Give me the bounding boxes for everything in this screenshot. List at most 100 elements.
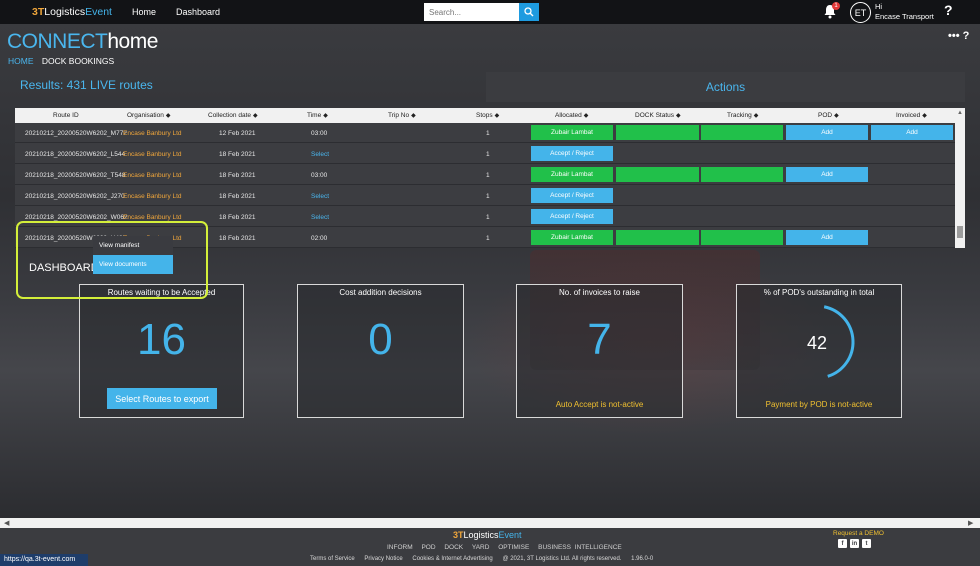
tracking-cell[interactable] (701, 230, 783, 245)
table-header: Route ID Organisation ◆ Collection date ◆ … (15, 108, 955, 123)
more-options-icon[interactable]: ••• (948, 30, 960, 42)
gauge-value: 42 (806, 333, 828, 353)
accept-reject-button[interactable]: Accept / Reject (531, 146, 613, 161)
pod-add-button[interactable]: Add (786, 230, 868, 245)
tracking-cell[interactable] (701, 125, 783, 140)
footer-link-yard[interactable]: YARD (472, 544, 490, 551)
page-horizontal-scrollbar[interactable]: ◀ ▶ (0, 518, 980, 528)
table-row[interactable]: 20210212_20200520W6202_M772 Encase Banbur… (15, 123, 955, 143)
col-collection-date[interactable]: Collection date ◆ (208, 112, 258, 119)
menu-view-documents[interactable]: View documents (93, 255, 173, 274)
scroll-thumb[interactable] (957, 226, 963, 238)
time-value: 02:00 (311, 235, 328, 242)
col-route-id[interactable]: Route ID (53, 112, 79, 119)
col-time[interactable]: Time ◆ (307, 112, 328, 119)
col-tracking[interactable]: Tracking ◆ (727, 112, 758, 119)
search-button[interactable] (519, 3, 539, 21)
search-input[interactable] (424, 3, 519, 21)
browser-status-url: https://qa.3t-event.com (0, 554, 88, 566)
allocated-driver[interactable]: Zubair Lambat (531, 167, 613, 182)
table-row[interactable]: 20210218_20200520W6202_T548 Encase Banbur… (15, 165, 955, 185)
organisation: Encase Banbury Ltd (123, 151, 182, 158)
allocated-driver[interactable]: Zubair Lambat (531, 230, 613, 245)
nav-dashboard[interactable]: Dashboard (176, 7, 220, 17)
social-links: f in t (838, 539, 871, 548)
col-stops[interactable]: Stops ◆ (476, 112, 499, 119)
footer-link-dock[interactable]: DOCK (444, 544, 463, 551)
request-demo-link[interactable]: Request a DEMO (833, 530, 884, 537)
route-id: 20210218_20200520W6202_J270 (25, 193, 125, 200)
scroll-left-icon[interactable]: ◀ (4, 519, 9, 527)
facebook-icon[interactable]: f (838, 539, 847, 548)
actions-button[interactable]: Actions (486, 72, 965, 102)
route-id: 20210218_20200520W6202_L544 (25, 151, 126, 158)
time-value: 03:00 (311, 172, 328, 179)
scroll-right-icon[interactable]: ▶ (968, 519, 973, 527)
card-invoices-to-raise: No. of invoices to raise 7 Auto Accept i… (516, 284, 683, 418)
dock-status-cell[interactable] (616, 125, 699, 140)
help-icon[interactable]: ? (944, 2, 953, 18)
breadcrumb-current: DOCK BOOKINGS (41, 56, 115, 66)
collection-date: 18 Feb 2021 (219, 151, 256, 158)
footer-terms-link[interactable]: Terms of Service (310, 556, 355, 562)
linkedin-icon[interactable]: in (850, 539, 859, 548)
footer-cookies-link[interactable]: Cookies & Internet Advertising (412, 556, 492, 562)
sort-icon: ◆ (922, 113, 927, 119)
dashboard-heading: DASHBOARD (29, 262, 99, 274)
organisation: Encase Banbury Ltd (123, 130, 182, 137)
dock-status-cell[interactable] (616, 167, 699, 182)
table-scrollbar[interactable]: ▲ (955, 108, 965, 248)
sort-icon: ◆ (411, 113, 416, 119)
col-dock-status[interactable]: DOCK Status ◆ (635, 112, 681, 119)
card-note: Payment by POD is not-active (765, 400, 873, 409)
page-help-icon[interactable]: ? (963, 30, 970, 42)
route-id: 20210218_20200520W6202_T548 (25, 172, 126, 179)
stops: 1 (486, 151, 490, 158)
tracking-cell[interactable] (701, 167, 783, 182)
app-logo[interactable]: 3T Logistics Event (32, 6, 112, 18)
table-row[interactable]: 20210218_20200520W6202_J270 Encase Banbur… (15, 186, 955, 206)
accept-reject-button[interactable]: Accept / Reject (531, 188, 613, 203)
col-allocated[interactable]: Allocated ◆ (555, 112, 588, 119)
breadcrumb-home[interactable]: HOME (8, 56, 34, 66)
footer-link-inform[interactable]: INFORM (387, 544, 413, 551)
scroll-up-icon[interactable]: ▲ (957, 110, 963, 116)
breadcrumb: HOME DOCK BOOKINGS (8, 56, 114, 66)
time-select-link[interactable]: Select (311, 151, 329, 158)
table-row[interactable]: 20210218_20200520W6202_L544 Encase Banbur… (15, 144, 955, 164)
card-cost-addition: Cost addition decisions 0 (297, 284, 464, 418)
invoiced-add-button[interactable]: Add (871, 125, 953, 140)
dock-status-cell[interactable] (616, 230, 699, 245)
col-trip-no[interactable]: Trip No ◆ (388, 112, 416, 119)
sort-icon: ◆ (583, 113, 589, 119)
footer-link-bi[interactable]: BUSINESS INTELLIGENCE (538, 544, 622, 551)
pod-add-button[interactable]: Add (786, 125, 868, 140)
time-select-link[interactable]: Select (311, 214, 329, 221)
footer-link-pod[interactable]: POD (421, 544, 435, 551)
card-value: 16 (137, 315, 186, 364)
collection-date: 18 Feb 2021 (219, 172, 256, 179)
page-brand: CONNECThome (7, 30, 158, 53)
accept-reject-button[interactable]: Accept / Reject (531, 209, 613, 224)
avatar[interactable]: ET (850, 2, 871, 23)
table-row[interactable]: 20210218_20200520W6202_W062 Encase Banbur… (15, 207, 955, 227)
stops: 1 (486, 193, 490, 200)
col-organisation[interactable]: Organisation ◆ (127, 112, 170, 119)
sort-icon: ◆ (834, 113, 839, 119)
pod-add-button[interactable]: Add (786, 167, 868, 182)
user-name[interactable]: Encase Transport (875, 12, 934, 21)
footer-privacy-link[interactable]: Privacy Notice (364, 556, 402, 562)
time-select-link[interactable]: Select (311, 193, 329, 200)
select-routes-export-button[interactable]: Select Routes to export (107, 388, 217, 409)
stops: 1 (486, 235, 490, 242)
footer-legal: Terms of Service Privacy Notice Cookies … (310, 556, 661, 562)
footer-link-optimise[interactable]: OPTIMISE (498, 544, 529, 551)
twitter-icon[interactable]: t (862, 539, 871, 548)
menu-view-manifest[interactable]: View manifest (93, 236, 173, 255)
col-invoiced[interactable]: Invoiced ◆ (896, 112, 927, 119)
allocated-driver[interactable]: Zubair Lambat (531, 125, 613, 140)
card-value: 7 (587, 315, 612, 364)
collection-date: 18 Feb 2021 (219, 235, 256, 242)
col-pod[interactable]: POD ◆ (818, 112, 839, 119)
nav-home[interactable]: Home (132, 7, 156, 17)
